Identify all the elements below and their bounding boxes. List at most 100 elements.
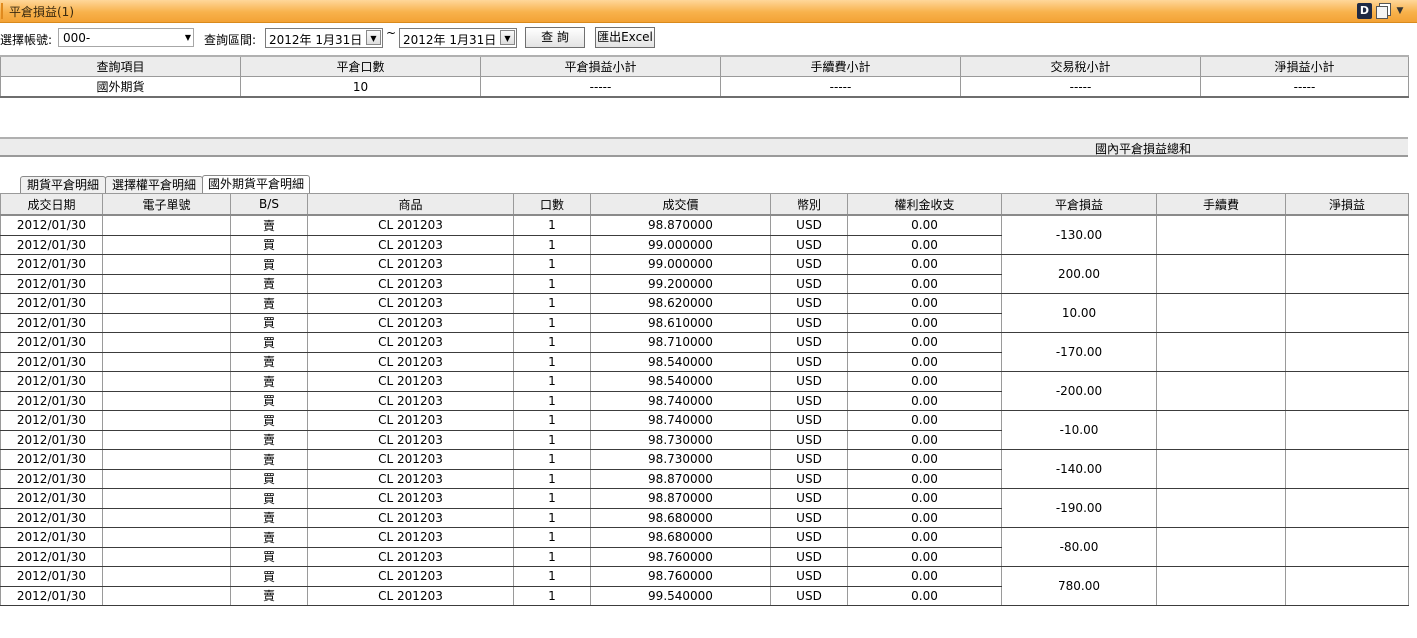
table-row[interactable]: 2012/01/30 買 CL 201203 1 98.710000 USD 0.00 -17… xyxy=(0,332,1409,372)
detail-header[interactable]: 口數 xyxy=(513,193,591,216)
currency-cell: USD xyxy=(770,254,848,275)
detail-header[interactable]: 成交日期 xyxy=(0,193,103,216)
chevron-down-icon[interactable]: ▼ xyxy=(1394,3,1406,19)
buy-sell-cell: 賣 xyxy=(230,585,308,606)
order-number-cell xyxy=(102,293,231,314)
window-title: 平倉損益(1) xyxy=(9,5,74,19)
buy-sell-cell: 買 xyxy=(230,566,308,587)
table-row[interactable]: 2012/01/30 買 CL 201203 1 98.760000 USD 0.00 780… xyxy=(0,566,1409,606)
product-cell: CL 201203 xyxy=(307,585,514,606)
close-pnl-cell: -80.00 xyxy=(1001,527,1157,567)
summary-row[interactable]: 國外期貨 10 ----- ----- ----- ----- xyxy=(0,76,1409,98)
premium-cell: 0.00 xyxy=(847,293,1002,314)
product-cell: CL 201203 xyxy=(307,293,514,314)
account-label: 選擇帳號: xyxy=(0,33,53,47)
price-cell: 98.740000 xyxy=(590,390,771,411)
order-number-cell xyxy=(102,234,231,255)
table-row[interactable]: 2012/01/30 賣 CL 201203 1 98.540000 USD 0.00 -20… xyxy=(0,371,1409,411)
currency-cell: USD xyxy=(770,527,848,548)
net-pnl-cell xyxy=(1285,214,1409,255)
summary-cell: 國外期貨 xyxy=(0,76,241,98)
currency-cell: USD xyxy=(770,449,848,470)
detail-header[interactable]: B/S xyxy=(230,193,308,216)
order-number-cell xyxy=(102,254,231,275)
close-pnl-cell: -130.00 xyxy=(1001,214,1157,255)
order-number-cell xyxy=(102,488,231,509)
summary-header-row: 查詢項目 平倉口數 平倉損益小計 手續費小計 交易稅小計 淨損益小計 xyxy=(0,55,1409,77)
chevron-down-icon[interactable]: ▼ xyxy=(500,30,515,45)
detail-header[interactable]: 淨損益 xyxy=(1285,193,1409,216)
buy-sell-cell: 買 xyxy=(230,234,308,255)
table-row[interactable]: 2012/01/30 買 CL 201203 1 98.870000 USD 0.00 -19… xyxy=(0,488,1409,528)
export-excel-button[interactable]: 匯出Excel xyxy=(595,27,655,48)
quantity-cell: 1 xyxy=(513,371,591,392)
summary-header[interactable]: 交易稅小計 xyxy=(960,55,1201,77)
table-row[interactable]: 2012/01/30 賣 CL 201203 1 98.730000 USD 0.00 -14… xyxy=(0,449,1409,489)
buy-sell-cell: 賣 xyxy=(230,273,308,294)
summary-header[interactable]: 查詢項目 xyxy=(0,55,241,77)
price-cell: 98.740000 xyxy=(590,410,771,431)
detail-header[interactable]: 平倉損益 xyxy=(1001,193,1157,216)
trade-date-cell: 2012/01/30 xyxy=(0,566,103,587)
detail-header[interactable]: 電子單號 xyxy=(102,193,231,216)
quantity-cell: 1 xyxy=(513,214,591,236)
price-cell: 98.870000 xyxy=(590,488,771,509)
query-toolbar: 選擇帳號: 000- ▼ 查詢區間: 2012年 1月31日 ▼ ~ 2012年… xyxy=(0,24,1417,54)
quantity-cell: 1 xyxy=(513,488,591,509)
order-number-cell xyxy=(102,410,231,431)
quantity-cell: 1 xyxy=(513,410,591,431)
net-pnl-cell xyxy=(1285,332,1409,372)
detail-header[interactable]: 成交價 xyxy=(590,193,771,216)
currency-cell: USD xyxy=(770,585,848,606)
quantity-cell: 1 xyxy=(513,585,591,606)
trade-date-cell: 2012/01/30 xyxy=(0,214,103,236)
summary-cell: ----- xyxy=(480,76,721,98)
premium-cell: 0.00 xyxy=(847,449,1002,470)
detail-header[interactable]: 手續費 xyxy=(1156,193,1286,216)
summary-header[interactable]: 平倉口數 xyxy=(240,55,481,77)
trade-date-cell: 2012/01/30 xyxy=(0,507,103,528)
premium-cell: 0.00 xyxy=(847,566,1002,587)
d-icon[interactable]: D xyxy=(1357,3,1372,19)
close-pnl-cell: 780.00 xyxy=(1001,566,1157,606)
table-row[interactable]: 2012/01/30 買 CL 201203 1 99.000000 USD 0.00 200… xyxy=(0,254,1409,294)
product-cell: CL 201203 xyxy=(307,429,514,450)
table-row[interactable]: 2012/01/30 買 CL 201203 1 98.740000 USD 0.00 -10… xyxy=(0,410,1409,450)
account-select[interactable]: 000- ▼ xyxy=(58,28,194,47)
restore-window-icon[interactable] xyxy=(1376,3,1391,19)
product-cell: CL 201203 xyxy=(307,507,514,528)
summary-header[interactable]: 淨損益小計 xyxy=(1200,55,1409,77)
chevron-down-icon[interactable]: ▼ xyxy=(366,30,381,45)
premium-cell: 0.00 xyxy=(847,507,1002,528)
table-row[interactable]: 2012/01/30 賣 CL 201203 1 98.680000 USD 0.00 -80… xyxy=(0,527,1409,567)
trade-date-cell: 2012/01/30 xyxy=(0,429,103,450)
summary-header[interactable]: 手續費小計 xyxy=(720,55,961,77)
currency-cell: USD xyxy=(770,312,848,333)
query-button[interactable]: 查 詢 xyxy=(525,27,585,48)
buy-sell-cell: 買 xyxy=(230,488,308,509)
detail-header[interactable]: 權利金收支 xyxy=(847,193,1002,216)
order-number-cell xyxy=(102,351,231,372)
range-tilde: ~ xyxy=(386,26,397,40)
date-to-picker[interactable]: 2012年 1月31日 ▼ xyxy=(399,28,517,48)
date-from-picker[interactable]: 2012年 1月31日 ▼ xyxy=(265,28,383,48)
tab-foreign-futures-detail[interactable]: 國外期貨平倉明細 xyxy=(202,175,310,194)
premium-cell: 0.00 xyxy=(847,527,1002,548)
trade-date-cell: 2012/01/30 xyxy=(0,332,103,353)
tab-options-detail[interactable]: 選擇權平倉明細 xyxy=(105,176,203,193)
net-pnl-cell xyxy=(1285,293,1409,333)
detail-header[interactable]: 商品 xyxy=(307,193,514,216)
product-cell: CL 201203 xyxy=(307,546,514,567)
table-row[interactable]: 2012/01/30 賣 CL 201203 1 98.620000 USD 0.00 10.… xyxy=(0,293,1409,333)
detail-header[interactable]: 幣別 xyxy=(770,193,848,216)
tab-futures-detail[interactable]: 期貨平倉明細 xyxy=(20,176,106,193)
currency-cell: USD xyxy=(770,546,848,567)
summary-header[interactable]: 平倉損益小計 xyxy=(480,55,721,77)
table-row[interactable]: 2012/01/30 賣 CL 201203 1 98.870000 USD 0.00 -13… xyxy=(0,214,1409,255)
quantity-cell: 1 xyxy=(513,507,591,528)
product-cell: CL 201203 xyxy=(307,410,514,431)
premium-cell: 0.00 xyxy=(847,351,1002,372)
product-cell: CL 201203 xyxy=(307,468,514,489)
summary-cell: 10 xyxy=(240,76,481,98)
order-number-cell xyxy=(102,312,231,333)
